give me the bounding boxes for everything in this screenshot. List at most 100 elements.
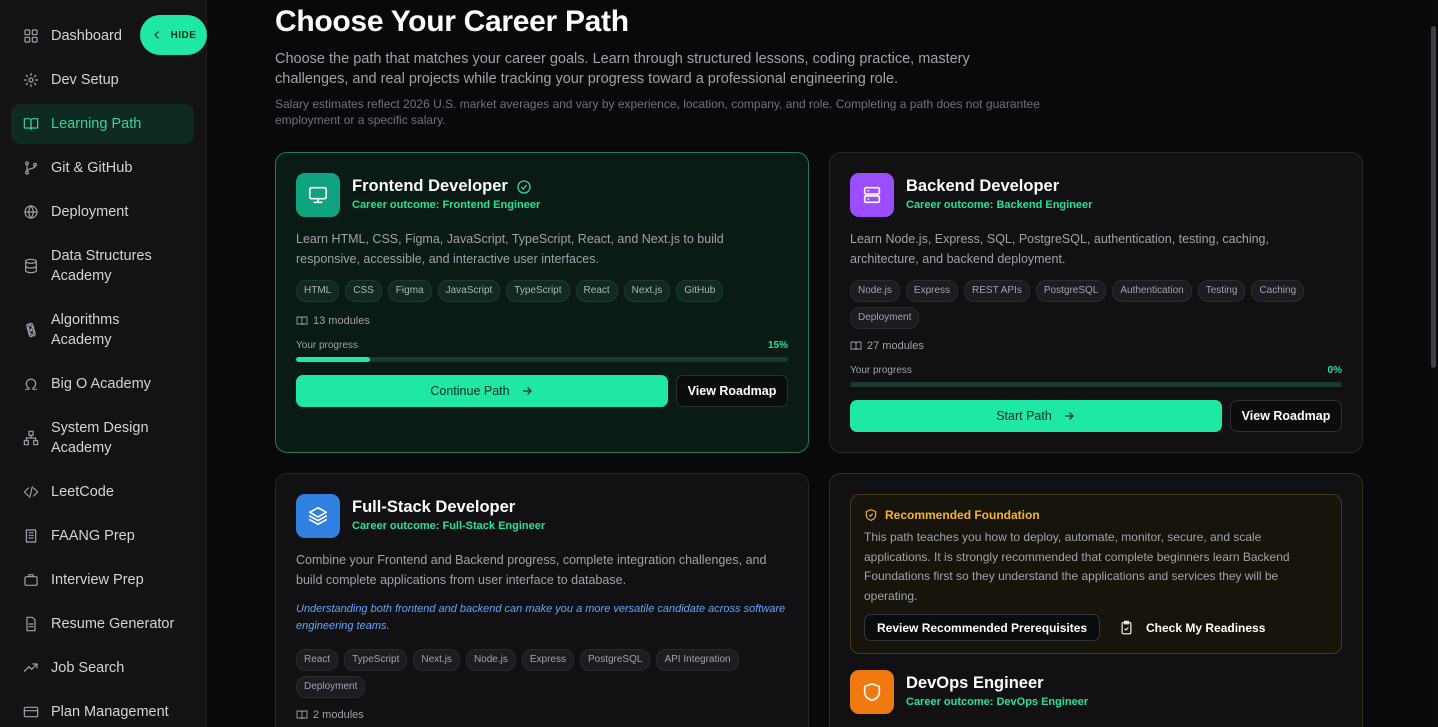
sidebar-item-faang-prep[interactable]: FAANG Prep	[11, 524, 194, 548]
button-label: Continue Path	[430, 384, 510, 398]
clipboard-check-icon	[1121, 620, 1132, 635]
tag: TypeScript	[506, 280, 570, 302]
progress-bar	[850, 382, 1342, 387]
omega-icon	[23, 376, 39, 392]
sidebar-item-dev-setup[interactable]: Dev Setup	[11, 68, 194, 92]
career-outcome: Career outcome: Backend Engineer	[906, 199, 1093, 211]
network-icon	[23, 430, 39, 446]
sidebar-item-label: Git & GitHub	[51, 160, 133, 176]
module-count: 2 modules	[296, 709, 364, 721]
sidebar-item-label: Learning Path	[51, 116, 142, 132]
progress-bar	[296, 357, 788, 362]
career-outcome: Career outcome: Full-Stack Engineer	[352, 520, 546, 532]
globe-icon	[23, 204, 39, 220]
sidebar-item-data-structures[interactable]: Data Structures Academy	[11, 246, 194, 286]
server-icon	[850, 173, 894, 217]
salary-note: Salary estimates reflect 2026 U.S. marke…	[275, 97, 1040, 127]
review-prerequisites-button[interactable]: Review Recommended Prerequisites	[864, 614, 1101, 641]
atom-icon	[23, 322, 39, 338]
tag: React	[575, 280, 618, 302]
book-icon	[296, 710, 308, 720]
tag: Authentication	[1112, 280, 1192, 302]
recommended-text: This path teaches you how to deploy, aut…	[864, 530, 1290, 603]
button-label: Check My Readiness	[1146, 620, 1266, 635]
career-outcome: Career outcome: DevOps Engineer	[906, 696, 1089, 708]
file-icon	[23, 616, 39, 632]
career-outcome: Career outcome: Frontend Engineer	[352, 199, 541, 211]
recommended-foundation-box: Recommended Foundation This path teaches…	[850, 494, 1342, 654]
card-description: Learn HTML, CSS, Figma, JavaScript, Type…	[296, 232, 724, 266]
building-icon	[23, 528, 39, 544]
check-circle-icon	[517, 179, 531, 194]
tag: Testing	[1197, 280, 1246, 302]
sidebar-item-resume-generator[interactable]: Resume Generator	[11, 612, 194, 636]
database-icon	[23, 258, 39, 274]
sidebar-item-label: Job Search	[51, 660, 125, 676]
sidebar-item-label: Plan Management	[51, 704, 169, 720]
recommended-header: Recommended Foundation	[864, 508, 1040, 522]
sidebar-item-job-search[interactable]: Job Search	[11, 656, 194, 680]
tag: Deployment	[850, 307, 920, 329]
scrollbar-thumb[interactable]	[1431, 26, 1436, 368]
view-roadmap-button[interactable]: View Roadmap	[1230, 400, 1342, 432]
sidebar-item-git-github[interactable]: Git & GitHub	[11, 156, 194, 180]
sidebar: Dashboard Dev Setup Learning Path Git & …	[0, 0, 207, 727]
sidebar-item-learning-path[interactable]: Learning Path	[11, 104, 194, 144]
tag-list: React TypeScript Next.js Node.js Express…	[296, 649, 766, 698]
progress-label: Your progress	[296, 340, 358, 351]
sidebar-item-label: Algorithms Academy	[51, 312, 120, 348]
trending-icon	[23, 660, 39, 676]
start-path-button[interactable]: Start Path	[850, 400, 1222, 432]
tag-list: HTML CSS Figma JavaScript TypeScript Rea…	[296, 280, 796, 302]
tag: HTML	[296, 280, 340, 302]
sidebar-item-algorithms[interactable]: Algorithms Academy	[11, 310, 194, 350]
tag: Caching	[1251, 280, 1305, 302]
briefcase-icon	[23, 572, 39, 588]
recommended-title: Recommended Foundation	[885, 508, 1040, 522]
book-open-icon	[23, 116, 39, 132]
tag-list: Node.js Express REST APIs PostgreSQL Aut…	[850, 280, 1320, 329]
view-roadmap-button[interactable]: View Roadmap	[676, 375, 788, 407]
sidebar-item-deployment[interactable]: Deployment	[11, 200, 194, 224]
sidebar-item-label: Data Structures Academy	[51, 248, 152, 284]
devops-card[interactable]: Recommended Foundation This path teaches…	[829, 473, 1363, 727]
hide-sidebar-button[interactable]: HIDE	[140, 15, 207, 55]
sidebar-item-label: Dev Setup	[51, 72, 119, 88]
card-description: Learn Node.js, Express, SQL, PostgreSQL,…	[850, 232, 1269, 266]
tag: Next.js	[413, 649, 460, 671]
button-label: Start Path	[996, 409, 1052, 423]
module-count: 27 modules	[850, 340, 924, 352]
tag: Deployment	[296, 676, 366, 698]
tag: API Integration	[656, 649, 739, 671]
fullstack-card[interactable]: Full-Stack Developer Career outcome: Ful…	[275, 473, 809, 727]
tag: Next.js	[623, 280, 671, 302]
tag: JavaScript	[437, 280, 501, 302]
page-description: Choose the path that matches your career…	[275, 51, 970, 87]
shield-icon	[850, 670, 894, 714]
card-title: Backend Developer	[906, 177, 1060, 195]
sidebar-item-system-design[interactable]: System Design Academy	[11, 418, 194, 458]
check-readiness-button[interactable]: Check My Readiness	[1119, 614, 1265, 641]
arrow-right-icon	[1064, 412, 1074, 420]
sidebar-item-interview-prep[interactable]: Interview Prep	[11, 568, 194, 592]
sidebar-item-big-o[interactable]: Big O Academy	[11, 372, 194, 396]
progress-label: Your progress	[850, 365, 912, 376]
progress-row: Your progress 15%	[296, 340, 788, 351]
code-icon	[23, 484, 39, 500]
monitor-icon	[296, 173, 340, 217]
tag: TypeScript	[344, 649, 408, 671]
tag: React	[296, 649, 339, 671]
module-count-label: 2 modules	[313, 709, 364, 721]
sidebar-item-label: Interview Prep	[51, 572, 144, 588]
tag: Node.js	[465, 649, 516, 671]
book-icon	[296, 316, 308, 326]
progress-fill	[296, 357, 370, 362]
sidebar-item-leetcode[interactable]: LeetCode	[11, 480, 194, 504]
backend-card[interactable]: Backend Developer Career outcome: Backen…	[829, 152, 1363, 453]
grid-icon	[23, 28, 39, 44]
frontend-card[interactable]: Frontend Developer Career outcome: Front…	[275, 152, 809, 453]
sidebar-item-plan-management[interactable]: Plan Management	[11, 700, 194, 724]
scrollbar-track[interactable]	[1428, 0, 1438, 727]
git-branch-icon	[23, 160, 39, 176]
continue-path-button[interactable]: Continue Path	[296, 375, 668, 407]
